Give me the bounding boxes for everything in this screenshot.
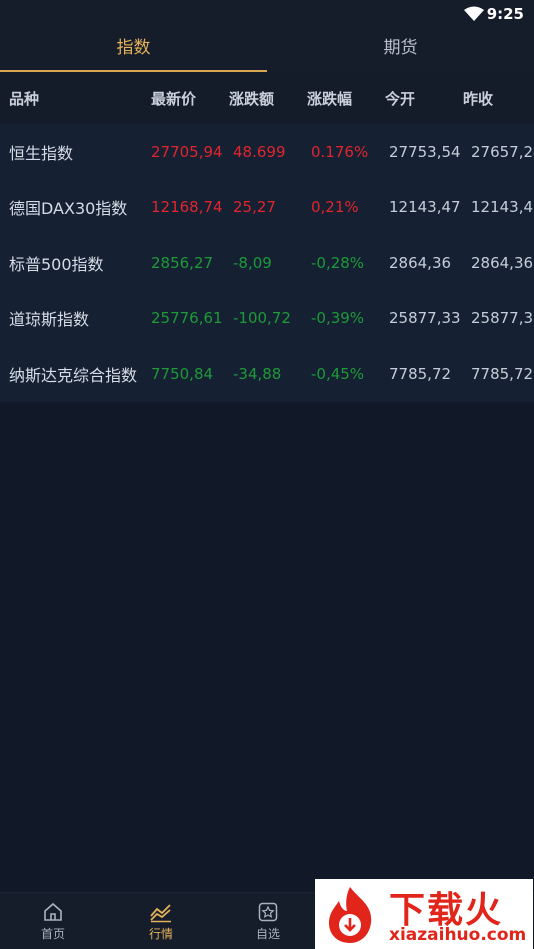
- row-change: 48.699: [233, 142, 286, 161]
- row-prev: 27657,24: [471, 142, 534, 161]
- row-name: 标普500指数: [9, 254, 104, 274]
- table-header: 品种 最新价 涨跌额 涨跌幅 今开 昨收: [0, 72, 534, 124]
- row-open: 7785,72: [389, 364, 452, 383]
- header-name[interactable]: 品种: [9, 72, 39, 124]
- home-icon: [44, 902, 62, 921]
- header-open[interactable]: 今开: [385, 72, 415, 124]
- flame-icon: [329, 887, 372, 943]
- row-pct: 0.176%: [311, 142, 369, 161]
- row-last: 12168,74: [151, 198, 223, 217]
- row-pct: -0,39%: [311, 309, 365, 328]
- tab-futures[interactable]: 期货: [267, 28, 534, 72]
- market-tabs: 指数 期货: [0, 28, 534, 72]
- nav-home[interactable]: 首页: [23, 901, 83, 942]
- row-pct: 0,21%: [311, 198, 359, 217]
- watermark-url: xiazaihuo.com: [389, 925, 527, 945]
- row-open: 12143,47: [389, 198, 461, 217]
- watermark-logo: 下载火 xiazaihuo.com: [315, 879, 533, 949]
- row-open: 27753,54: [389, 142, 461, 161]
- row-last: 2856,27: [151, 253, 214, 272]
- row-prev: 25877,33: [471, 309, 534, 328]
- row-last: 27705,94: [151, 142, 223, 161]
- header-change[interactable]: 涨跌额: [229, 72, 274, 124]
- status-bar: 9:25: [0, 0, 534, 28]
- nav-watchlist[interactable]: 自选: [238, 901, 298, 942]
- tab-index[interactable]: 指数: [0, 28, 267, 72]
- app-root: 9:25 指数 期货 品种 最新价 涨跌额 涨跌幅 今开 昨收 恒生指数 277…: [0, 0, 534, 949]
- table-row[interactable]: 纳斯达克综合指数 7750,84 -34,88 -0,45% 7785,72 7…: [0, 346, 534, 402]
- nav-market-label: 行情: [148, 927, 173, 941]
- header-prev[interactable]: 昨收: [463, 72, 493, 124]
- row-last: 25776,61: [151, 309, 223, 328]
- table-row[interactable]: 标普500指数 2856,27 -8,09 -0,28% 2864,36 286…: [0, 235, 534, 291]
- row-change: -8,09: [233, 253, 272, 272]
- row-change: 25,27: [233, 198, 276, 217]
- row-open: 2864,36: [389, 253, 452, 272]
- row-name: 纳斯达克综合指数: [9, 365, 138, 385]
- quotes-table: 品种 最新价 涨跌额 涨跌幅 今开 昨收 恒生指数 27705,94 48.69…: [0, 72, 534, 402]
- row-change: -34,88: [233, 364, 282, 383]
- row-name: 道琼斯指数: [9, 310, 90, 330]
- header-last[interactable]: 最新价: [151, 72, 196, 124]
- row-prev: 7785,72: [471, 364, 534, 383]
- table-row[interactable]: 道琼斯指数 25776,61 -100,72 -0,39% 25877,33 2…: [0, 290, 534, 346]
- status-time: 9:25: [486, 5, 524, 23]
- row-name: 恒生指数: [9, 143, 74, 163]
- nav-market[interactable]: 行情: [131, 901, 191, 942]
- table-row[interactable]: 恒生指数 27705,94 48.699 0.176% 27753,54 276…: [0, 124, 534, 180]
- row-prev: 12143,47: [471, 198, 534, 217]
- star-icon: [258, 902, 278, 922]
- row-change: -100,72: [233, 309, 291, 328]
- row-prev: 2864,36: [471, 253, 534, 272]
- row-name: 德国DAX30指数: [9, 199, 128, 219]
- wifi-icon: [464, 6, 484, 26]
- chart-icon: [150, 904, 171, 923]
- row-open: 25877,33: [389, 309, 461, 328]
- header-pct[interactable]: 涨跌幅: [307, 72, 352, 124]
- row-pct: -0,45%: [311, 364, 365, 383]
- table-row[interactable]: 德国DAX30指数 12168,74 25,27 0,21% 12143,47 …: [0, 179, 534, 235]
- row-pct: -0,28%: [311, 253, 365, 272]
- nav-home-label: 首页: [40, 927, 65, 941]
- row-last: 7750,84: [151, 364, 214, 383]
- nav-watchlist-label: 自选: [255, 927, 280, 941]
